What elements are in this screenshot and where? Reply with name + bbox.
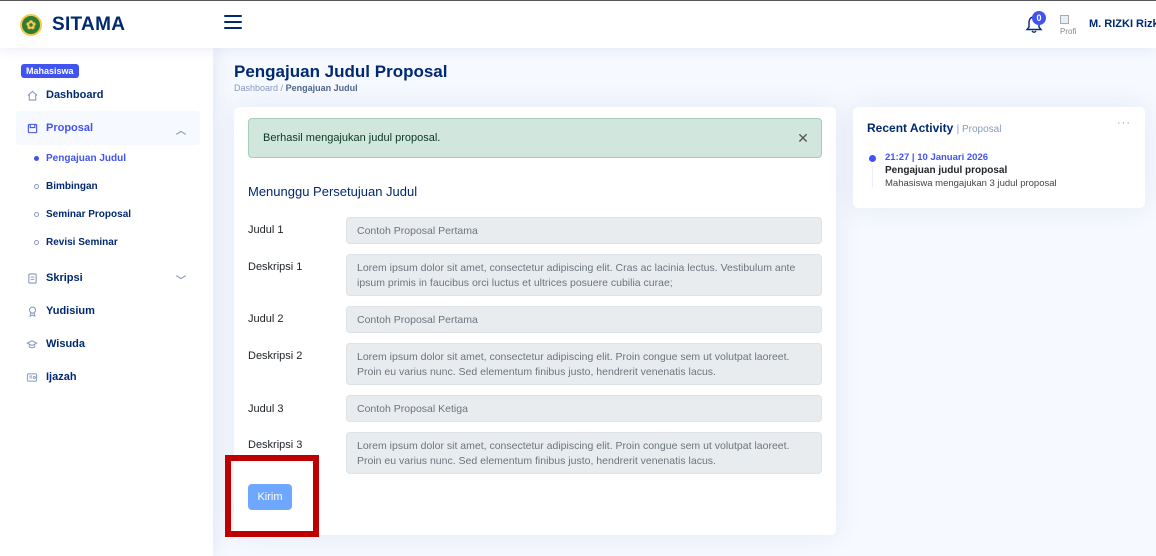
sidebar-subitem-label: Bimbingan [46,181,98,192]
activity-bullet-icon [869,155,876,162]
sidebar-item-label: Proposal [46,122,94,134]
sidebar-subitem-pengajuan-judul[interactable]: Pengajuan Judul [34,153,126,164]
proposal-title-card: Berhasil mengajukan judul proposal. ✕ Me… [234,107,836,535]
highlight-annotation [225,455,319,537]
chevron-up-icon: ︿ [176,126,186,137]
sidebar-item-ijazah[interactable]: Ijazah [16,360,200,394]
sidebar-item-dashboard[interactable]: Dashboard [16,78,200,112]
certificate-icon [26,371,38,383]
avatar[interactable]: Profi [1060,15,1082,37]
logo-emblem-icon: ✿ [20,14,42,36]
sidebar-subitem-bimbingan[interactable]: Bimbingan [34,181,98,192]
bullet-icon [34,212,39,217]
broken-image-icon [1060,15,1069,24]
sidebar-item-label: Yudisium [46,305,95,317]
chevron-down-icon: ﹀ [176,276,186,287]
app-logo[interactable]: ✿ SITAMA [20,11,125,39]
graduation-icon [26,338,38,350]
breadcrumb-link-dashboard[interactable]: Dashboard [234,83,278,93]
activity-title-text: Recent Activity [867,121,954,135]
field-label: Deskripsi 1 [248,261,303,273]
app-name: SITAMA [52,14,126,35]
activity-title: Recent Activity | Proposal [867,121,1001,135]
breadcrumb-current: Pengajuan Judul [285,83,358,93]
field-label: Judul 1 [248,224,284,236]
sidebar-subitem-revisi-seminar[interactable]: Revisi Seminar [34,237,118,248]
bullet-icon [34,184,39,189]
sidebar-item-wisuda[interactable]: Wisuda [16,327,200,361]
activity-heading: Pengajuan judul proposal [885,165,1008,176]
sidebar-item-label: Skripsi [46,272,83,284]
document-icon [26,272,38,284]
sidebar: Mahasiswa Dashboard Proposal ︿ Pengajuan… [0,48,213,556]
sidebar-item-proposal[interactable]: Proposal ︿ [16,111,200,145]
user-name: M. RIZKI Rizki [1089,18,1156,30]
menu-toggle-icon[interactable] [224,15,242,33]
sidebar-subitem-label: Pengajuan Judul [46,153,127,164]
sidebar-item-skripsi[interactable]: Skripsi ﹀ [16,261,200,295]
sidebar-item-label: Ijazah [46,371,77,383]
sidebar-subitem-label: Seminar Proposal [46,209,132,220]
judul-2-field[interactable]: Contoh Proposal Pertama [346,306,822,333]
sidebar-subitem-label: Revisi Seminar [46,237,118,248]
field-label: Deskripsi 3 [248,439,303,451]
home-icon [26,89,38,101]
deskripsi-3-field[interactable]: Lorem ipsum dolor sit amet, consectetur … [346,432,822,474]
bullet-icon [34,240,39,245]
bullet-icon [34,156,39,161]
judul-3-field[interactable]: Contoh Proposal Ketiga [346,395,822,422]
field-label: Deskripsi 2 [248,350,303,362]
field-label: Judul 3 [248,403,284,415]
activity-subtitle: | Proposal [956,124,1002,135]
sidebar-item-yudisium[interactable]: Yudisium [16,294,200,328]
deskripsi-2-field[interactable]: Lorem ipsum dolor sit amet, consectetur … [346,343,822,385]
sidebar-item-label: Dashboard [46,89,104,101]
close-icon[interactable]: ✕ [795,130,811,146]
sidebar-subitem-seminar-proposal[interactable]: Seminar Proposal [34,209,131,220]
field-label: Judul 2 [248,313,284,325]
success-alert: Berhasil mengajukan judul proposal. ✕ [248,118,822,158]
timeline-line [872,165,873,187]
role-badge: Mahasiswa [21,64,79,78]
sidebar-item-label: Wisuda [46,338,86,350]
section-title: Menunggu Persetujuan Judul [248,184,418,199]
page-title: Pengajuan Judul Proposal [234,62,448,81]
activity-description: Mahasiswa mengajukan 3 judul proposal [885,178,1057,189]
breadcrumb-separator: / [280,83,284,93]
top-header: ✿ SITAMA 0 Profi M. RIZKI Rizki ▾ [0,0,1156,48]
recent-activity-card: Recent Activity | Proposal ··· 21:27 | 1… [853,107,1145,208]
notification-bell-icon[interactable]: 0 [1024,11,1046,37]
deskripsi-1-field[interactable]: Lorem ipsum dolor sit amet, consectetur … [346,254,822,296]
judul-1-field[interactable]: Contoh Proposal Pertama [346,217,822,244]
more-options-icon[interactable]: ··· [1117,117,1131,129]
avatar-alt-text: Profi [1060,27,1077,36]
activity-time: 21:27 | 10 Januari 2026 [885,152,989,163]
award-icon [26,305,38,317]
breadcrumb: Dashboard / Pengajuan Judul [234,83,358,93]
alert-message: Berhasil mengajukan judul proposal. [263,132,441,144]
notification-count-badge: 0 [1032,11,1046,25]
user-menu-toggle[interactable]: M. RIZKI Rizki ▾ [1089,18,1156,30]
proposal-icon [26,122,38,134]
